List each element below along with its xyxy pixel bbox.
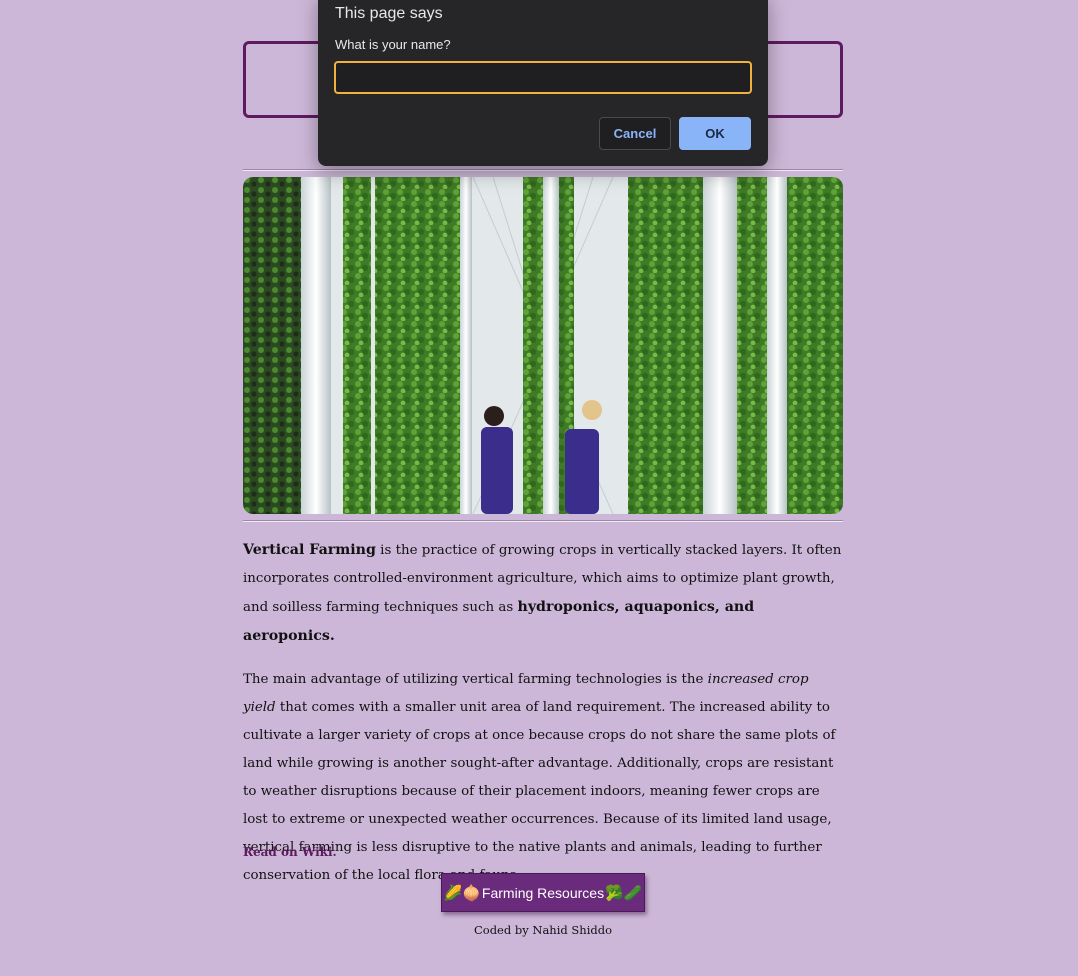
read-on-wiki-link[interactable]: Read on Wiki. — [243, 845, 337, 859]
footer-credit: Coded by Nahid Shiddo — [473, 923, 613, 937]
vegetable-icons-right: 🥦🥒 — [605, 883, 643, 902]
ok-button[interactable]: OK — [679, 117, 751, 150]
divider-top — [243, 169, 843, 171]
divider-bottom — [243, 520, 843, 522]
farming-resources-label: Farming Resources — [481, 884, 605, 901]
dialog-message: What is your name? — [335, 37, 451, 52]
cancel-button[interactable]: Cancel — [599, 117, 671, 150]
prompt-dialog: This page says What is your name? Cancel… — [318, 0, 768, 166]
term-vertical-farming: Vertical Farming — [243, 542, 376, 558]
name-input[interactable] — [334, 61, 752, 94]
farming-resources-button[interactable]: 🌽🧅 Farming Resources 🥦🥒 — [441, 873, 645, 912]
paragraph-advantages-text-a: The main advantage of utilizing vertical… — [243, 672, 708, 687]
vegetable-icons-left: 🌽🧅 — [443, 883, 481, 902]
dialog-title: This page says — [335, 5, 443, 22]
paragraph-intro: Vertical Farming is the practice of grow… — [243, 536, 843, 651]
hero-image — [243, 177, 843, 514]
